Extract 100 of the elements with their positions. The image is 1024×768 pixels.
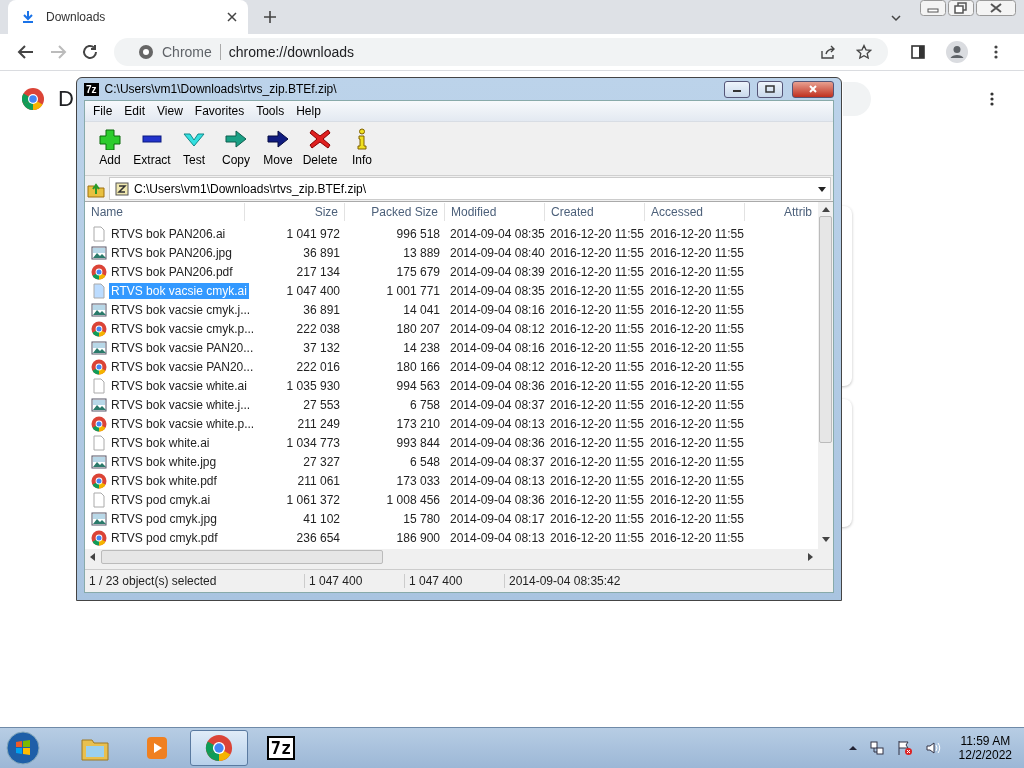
created-cell-text: 2016-12-20 11:55 <box>549 321 645 336</box>
modified-cell-text: 2014-09-04 08:16 <box>449 340 545 355</box>
file-name[interactable]: RTVS bok vacsie white.ai <box>109 377 249 394</box>
created-cell-text: 2016-12-20 11:55 <box>549 340 645 355</box>
created-cell-text: 2016-12-20 11:55 <box>549 264 645 279</box>
file-name[interactable]: RTVS bok white.ai <box>109 434 212 451</box>
menu-item[interactable]: Favorites <box>188 104 251 118</box>
modified-cell-text: 2014-09-04 08:16 <box>449 302 545 317</box>
status-text: 1 047 400 <box>405 574 505 588</box>
status-text: 2014-09-04 08:35:42 <box>508 574 622 588</box>
created-cell-text: 2016-12-20 11:55 <box>549 302 645 317</box>
column-header[interactable]: Size <box>245 203 345 221</box>
created-cell-text: 2016-12-20 11:55 <box>549 530 645 545</box>
file-name[interactable]: RTVS bok white.jpg <box>109 453 219 470</box>
packed-size-cell-text: 6 548 <box>408 454 441 469</box>
created-cell-text: 2016-12-20 11:55 <box>549 473 645 488</box>
file-name[interactable]: RTVS pod cmyk.jpg <box>109 510 219 527</box>
size-cell-text: 236 654 <box>295 530 341 545</box>
column-header[interactable]: Name <box>85 203 245 221</box>
file-name[interactable]: RTVS bok white.pdf <box>109 472 219 489</box>
size-cell-text: 1 035 930 <box>285 378 341 393</box>
modified-cell-text: 2014-09-04 08:36 <box>449 378 545 393</box>
modified-cell-text: 2014-09-04 08:13 <box>449 530 545 545</box>
column-header[interactable]: Created <box>545 203 645 221</box>
file-name[interactable]: RTVS pod cmyk.pdf <box>109 529 220 546</box>
file-name[interactable]: RTVS bok PAN206.jpg <box>109 244 234 261</box>
file-name[interactable]: RTVS bok vacsie PAN20... <box>109 358 256 375</box>
size-cell-text: 217 134 <box>295 264 341 279</box>
path-field[interactable]: C:\Users\vm1\Downloads\rtvs_zip.BTEf.zip\ <box>109 177 831 200</box>
modified-cell-text: 2014-09-04 08:12 <box>449 359 545 374</box>
packed-size-cell-text: 186 900 <box>395 530 441 545</box>
packed-size-cell-text: 996 518 <box>395 226 441 241</box>
packed-size-cell-text: 175 679 <box>395 264 441 279</box>
extract-tool-button[interactable]: Extract <box>131 125 173 172</box>
test-tool-button[interactable]: Test <box>173 125 215 172</box>
accessed-cell-text: 2016-12-20 11:55 <box>649 321 745 336</box>
accessed-cell-text: 2016-12-20 11:55 <box>649 378 745 393</box>
packed-size-cell-text: 13 889 <box>402 245 441 260</box>
created-cell-text: 2016-12-20 11:55 <box>549 435 645 450</box>
address-bar[interactable]: Chrome chrome://downloads <box>114 38 888 66</box>
accessed-cell-text: 2016-12-20 11:55 <box>649 302 745 317</box>
modified-cell-text: 2014-09-04 08:37 <box>449 454 545 469</box>
menu-item[interactable]: Edit <box>118 104 152 118</box>
size-cell-text: 36 891 <box>302 245 341 260</box>
column-header[interactable]: Modified <box>445 203 545 221</box>
file-name[interactable]: RTVS bok vacsie cmyk.p... <box>109 320 257 337</box>
menu-item[interactable]: Tools <box>250 104 291 118</box>
accessed-cell-text: 2016-12-20 11:55 <box>649 435 745 450</box>
file-name[interactable]: RTVS bok vacsie PAN20... <box>109 339 256 356</box>
info-tool-button[interactable]: Info <box>341 125 383 172</box>
file-name[interactable]: RTVS bok vacsie white.j... <box>109 396 253 413</box>
modified-cell-text: 2014-09-04 08:17 <box>449 511 545 526</box>
menu-item[interactable]: File <box>87 104 119 118</box>
accessed-cell-text: 2016-12-20 11:55 <box>649 226 745 241</box>
clock[interactable]: 11:59 AM 12/2/2022 <box>948 734 1024 762</box>
created-cell-text: 2016-12-20 11:55 <box>549 283 645 298</box>
sevenzip-taskbar-button[interactable]: 7z <box>252 730 310 766</box>
accessed-cell-text: 2016-12-20 11:55 <box>649 264 745 279</box>
move-tool-button[interactable]: Move <box>257 125 299 172</box>
file-name[interactable]: RTVS bok vacsie white.p... <box>109 415 257 432</box>
accessed-cell-text: 2016-12-20 11:55 <box>649 416 745 431</box>
modified-cell-text: 2014-09-04 08:12 <box>449 321 545 336</box>
site-label: Chrome <box>162 44 212 60</box>
created-cell-text: 2016-12-20 11:55 <box>549 378 645 393</box>
status-text: 1 047 400 <box>305 574 405 588</box>
page-heading: D <box>58 86 74 112</box>
modified-cell-text: 2014-09-04 08:39 <box>449 264 545 279</box>
created-cell-text: 2016-12-20 11:55 <box>549 511 645 526</box>
packed-size-cell-text: 14 041 <box>402 302 441 317</box>
packed-size-cell-text: 180 166 <box>395 359 441 374</box>
file-name[interactable]: RTVS bok PAN206.ai <box>109 225 228 242</box>
accessed-cell-text: 2016-12-20 11:55 <box>649 511 745 526</box>
add-tool-button[interactable]: Add <box>89 125 131 172</box>
column-header[interactable]: Accessed <box>645 203 745 221</box>
column-header[interactable]: Attrib <box>745 203 818 221</box>
modified-cell-text: 2014-09-04 08:37 <box>449 397 545 412</box>
size-cell-text: 1 041 972 <box>285 226 341 241</box>
size-cell-text: 1 061 372 <box>285 492 341 507</box>
modified-cell-text: 2014-09-04 08:36 <box>449 435 545 450</box>
file-name[interactable]: RTVS bok vacsie cmyk.j... <box>109 301 253 318</box>
created-cell-text: 2016-12-20 11:55 <box>549 416 645 431</box>
packed-size-cell-text: 14 238 <box>402 340 441 355</box>
packed-size-cell-text: 15 780 <box>402 511 441 526</box>
menu-item[interactable]: Help <box>290 104 327 118</box>
app-logo: 7z <box>84 82 99 96</box>
menu-item[interactable]: View <box>151 104 189 118</box>
browser-tab[interactable]: Downloads <box>8 0 248 34</box>
delete-tool-button[interactable]: Delete <box>299 125 341 172</box>
accessed-cell-text: 2016-12-20 11:55 <box>649 397 745 412</box>
packed-size-cell-text: 1 008 456 <box>385 492 441 507</box>
file-name[interactable]: RTVS pod cmyk.ai <box>109 491 213 508</box>
window-title: C:\Users\vm1\Downloads\rtvs_zip.BTEf.zip\ <box>104 82 337 96</box>
created-cell-text: 2016-12-20 11:55 <box>549 492 645 507</box>
column-header[interactable]: Packed Size <box>345 203 445 221</box>
modified-cell-text: 2014-09-04 08:35 <box>449 283 545 298</box>
copy-tool-button[interactable]: Copy <box>215 125 257 172</box>
created-cell-text: 2016-12-20 11:55 <box>549 226 645 241</box>
packed-size-cell-text: 1 001 771 <box>385 283 441 298</box>
file-name[interactable]: RTVS bok PAN206.pdf <box>109 263 235 280</box>
accessed-cell-text: 2016-12-20 11:55 <box>649 454 745 469</box>
